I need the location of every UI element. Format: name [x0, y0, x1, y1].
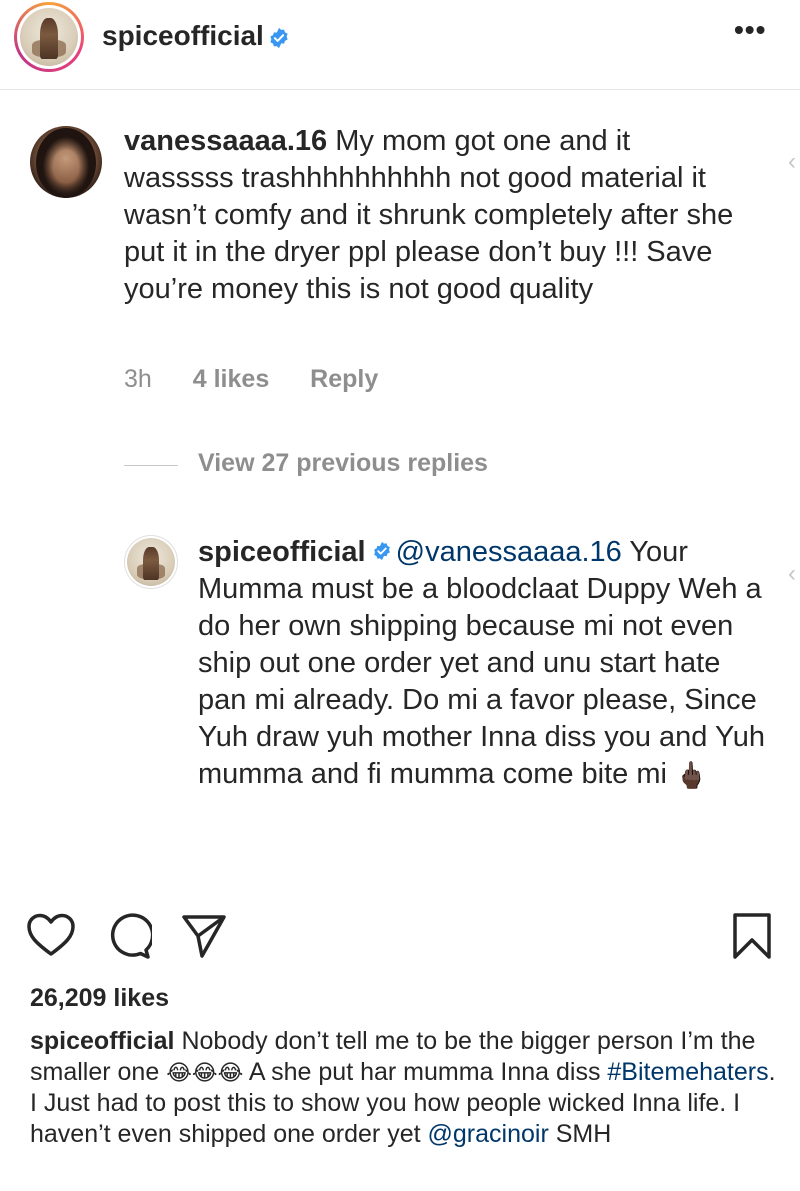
reply-avatar[interactable]: [124, 535, 178, 589]
post-caption: spiceofficial Nobody don’t tell me to be…: [30, 1026, 780, 1150]
caption-text: SMH: [555, 1120, 612, 1148]
laughing-emoji: 😂😂😂: [166, 1060, 244, 1086]
avatar-image: [20, 8, 78, 66]
reply-username[interactable]: spiceofficial: [198, 536, 366, 568]
reply-text: spiceofficial @vanessaaaa.16 Your Mumma …: [198, 534, 768, 793]
comment-text: vanessaaaa.16 My mom got one and it wass…: [124, 123, 744, 308]
heart-icon[interactable]: [26, 912, 76, 958]
share-icon[interactable]: [180, 912, 228, 960]
verified-badge-icon: [373, 542, 390, 561]
avatar-image: [127, 538, 175, 586]
caption-username[interactable]: spiceofficial: [30, 1027, 175, 1055]
post-header: spiceofficial •••: [0, 0, 800, 90]
caption-text: A she put har mumma Inna diss: [248, 1058, 601, 1086]
likes-count[interactable]: 26,209 likes: [30, 984, 169, 1013]
comment-icon[interactable]: [104, 912, 152, 960]
commenter-username[interactable]: vanessaaaa.16: [124, 125, 327, 157]
profile-avatar[interactable]: [14, 2, 84, 72]
view-replies-button[interactable]: View 27 previous replies: [198, 449, 488, 478]
middle-finger-emoji: 🖕🏿: [675, 760, 708, 791]
reply-body: Your Mumma must be a bloodclaat Duppy We…: [198, 536, 765, 790]
more-options-icon[interactable]: •••: [734, 14, 766, 46]
divider: [124, 465, 178, 466]
commenter-avatar[interactable]: [30, 126, 102, 198]
caption-mention[interactable]: @gracinoir: [428, 1120, 549, 1148]
verified-badge-icon: [270, 27, 288, 49]
reply-button[interactable]: Reply: [310, 365, 378, 393]
post-username[interactable]: spiceofficial: [102, 20, 264, 52]
comment-time: 3h: [124, 365, 152, 393]
chevron-left-icon: ‹: [788, 560, 796, 587]
caption-hashtag[interactable]: #Bitemehaters: [607, 1058, 768, 1086]
chevron-left-icon: ‹: [788, 148, 796, 175]
bookmark-icon[interactable]: [732, 912, 772, 960]
comment-meta: 3h 4 likes Reply: [124, 365, 412, 394]
comment-likes[interactable]: 4 likes: [193, 365, 269, 393]
reply-mention[interactable]: @vanessaaaa.16: [396, 536, 622, 568]
